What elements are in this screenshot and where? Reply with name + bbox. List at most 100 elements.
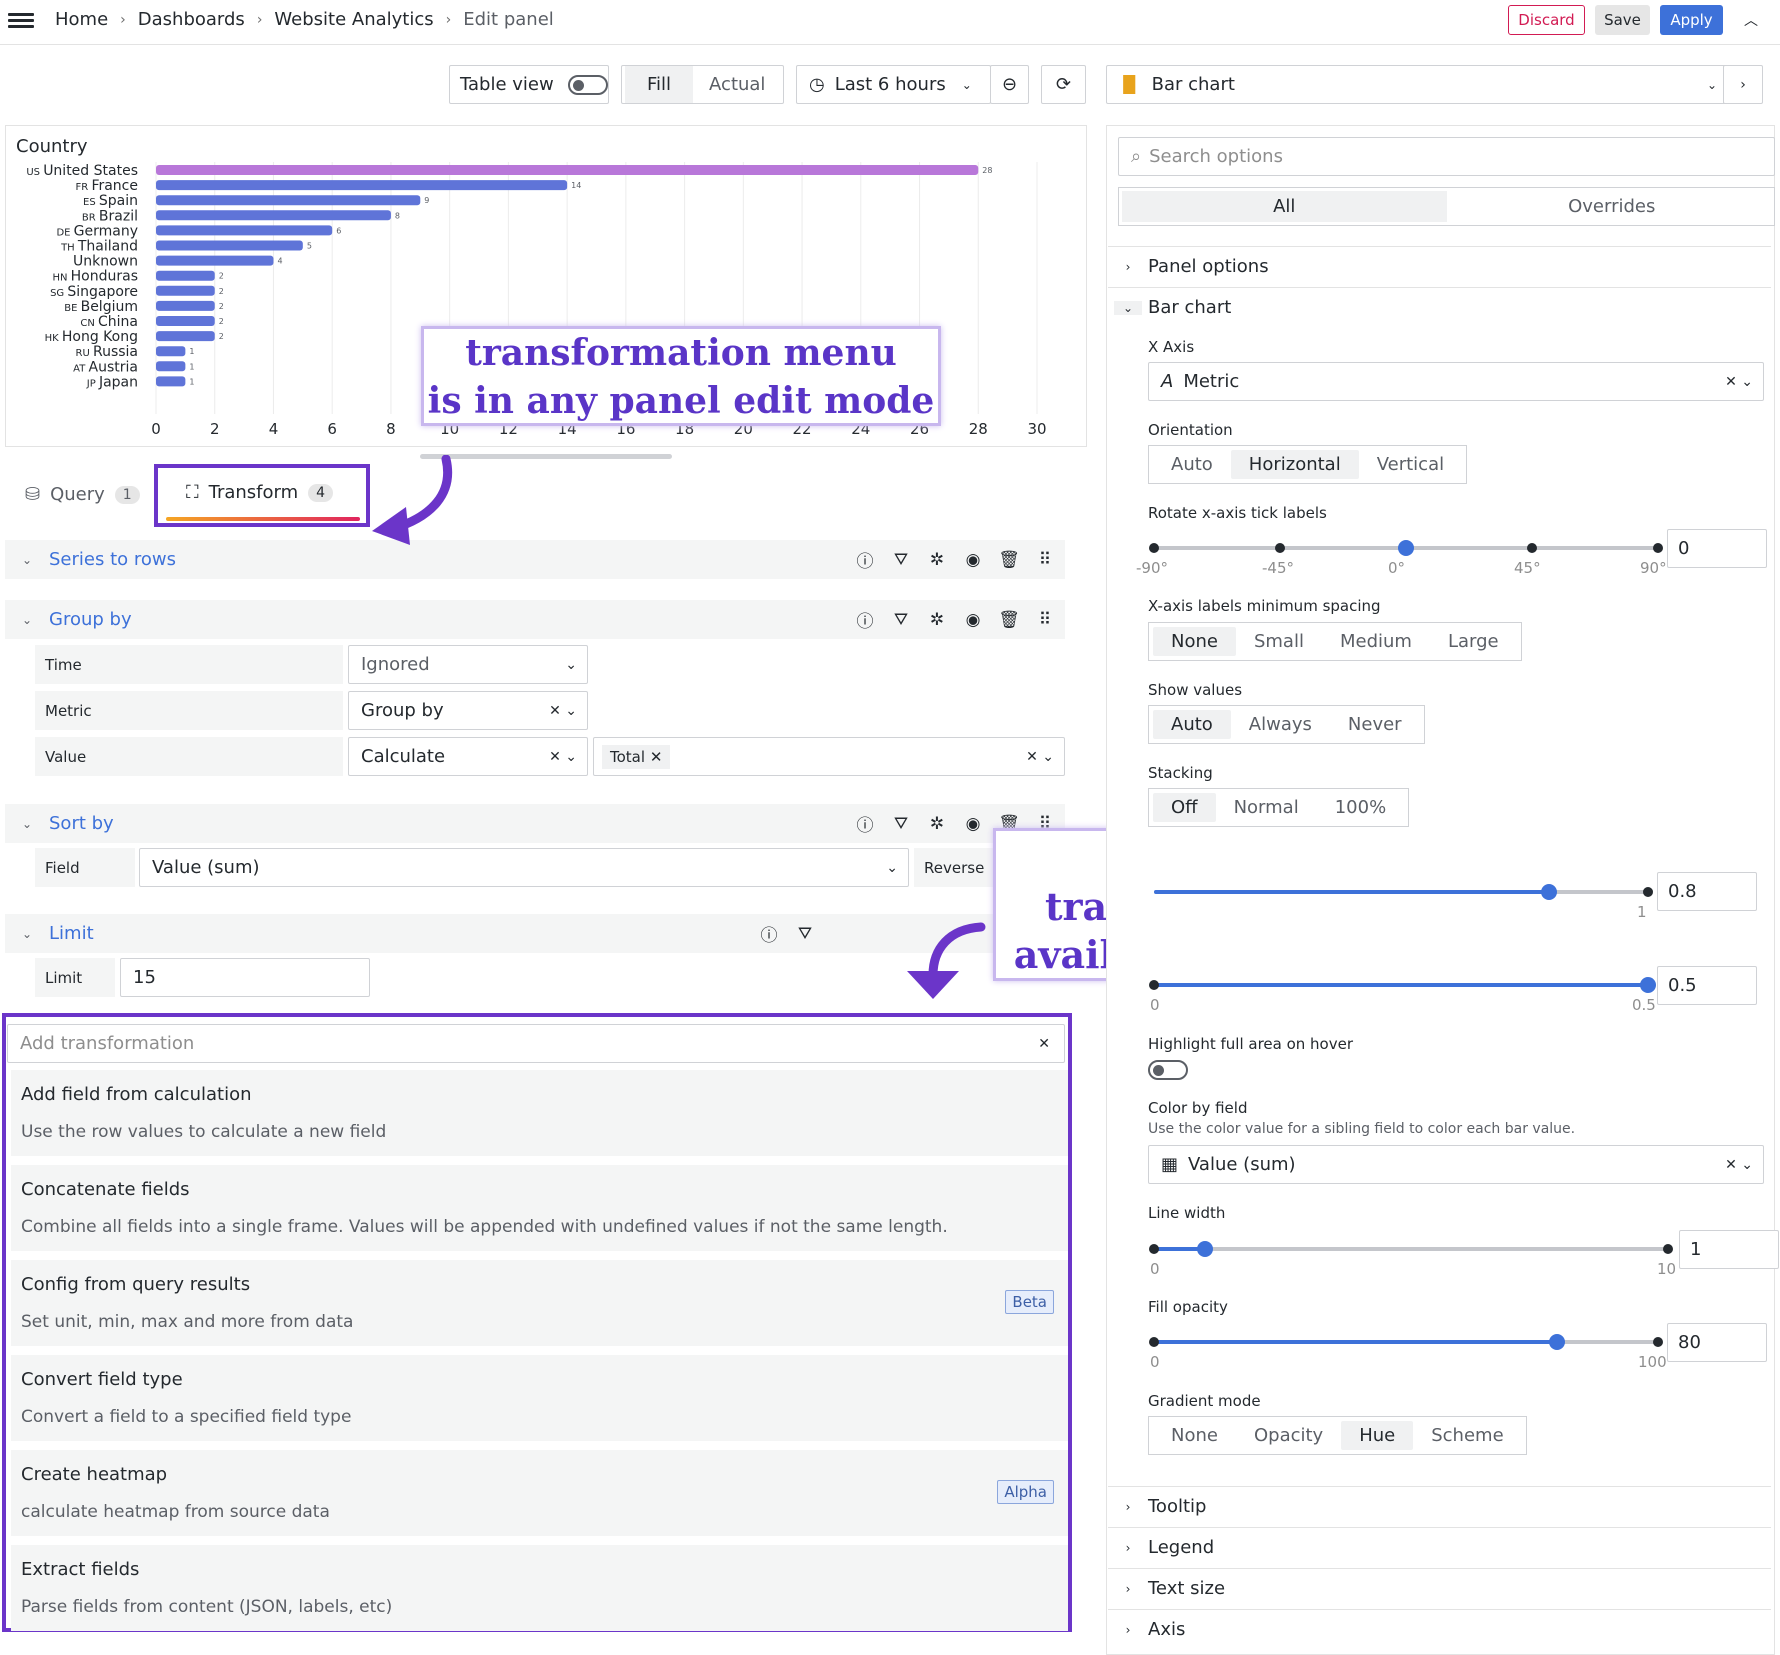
radio-option[interactable]: Scheme [1413, 1421, 1521, 1450]
bug-icon[interactable]: ✲ [925, 814, 949, 834]
slider-handle[interactable] [1541, 884, 1558, 900]
fill-opacity-input[interactable]: 80 [1667, 1323, 1767, 1362]
info-icon[interactable]: ⓘ [757, 921, 781, 946]
reverse-toggle[interactable]: Reverse [914, 848, 994, 887]
radio-option[interactable]: Normal [1216, 793, 1317, 822]
trash-icon[interactable]: 🗑 [997, 550, 1021, 570]
transform-series-to-rows[interactable]: ⌄ Series to rows ⓘ ⛛ ✲ ◉ 🗑 ⠿ [5, 540, 1065, 579]
drag-handle-icon[interactable]: ⠿ [1033, 610, 1057, 630]
group-by-time-select[interactable]: Ignored ⌄ [348, 645, 588, 684]
menu-icon[interactable] [8, 10, 34, 32]
search-options-input[interactable]: ⌕ Search options [1118, 137, 1775, 176]
apply-button[interactable]: Apply [1660, 5, 1723, 35]
line-width-input[interactable]: 1 [1679, 1230, 1779, 1269]
color-by-select[interactable]: ▦ Value (sum) ✕ ⌄ [1148, 1145, 1764, 1184]
group-by-metric-select[interactable]: Group by ✕ ⌄ [348, 691, 588, 730]
bar-width-input[interactable]: 0.5 [1657, 966, 1757, 1005]
close-icon[interactable]: ✕ [1038, 1036, 1050, 1052]
radio-option[interactable]: Off [1153, 793, 1216, 822]
filter-icon[interactable]: ⛛ [889, 814, 913, 834]
transformation-card[interactable]: Extract fields Parse fields from content … [11, 1545, 1068, 1631]
toggle-switch[interactable] [567, 74, 608, 95]
radio-option[interactable]: Small [1236, 627, 1322, 656]
section-legend[interactable]: › Legend [1108, 1527, 1771, 1567]
radio-option[interactable]: Auto [1153, 450, 1231, 479]
highlight-toggle[interactable] [1148, 1060, 1188, 1080]
zoom-out-icon[interactable]: ⊖ [990, 65, 1029, 104]
chevron-down-icon[interactable]: ⌄ [15, 927, 39, 941]
rotate-input[interactable]: 0 [1667, 529, 1767, 568]
section-tooltip[interactable]: › Tooltip [1108, 1486, 1771, 1526]
clear-chevron-icon[interactable]: ✕ ⌄ [1725, 374, 1753, 390]
transform-sort-by[interactable]: ⌄ Sort by ⓘ ⛛ ✲ ◉ 🗑 ⠿ [5, 804, 1065, 843]
add-transformation-search[interactable]: Add transformation ✕ [7, 1024, 1065, 1063]
group-by-value-select[interactable]: Calculate ✕ ⌄ [348, 737, 588, 776]
radio-option[interactable]: Hue [1341, 1421, 1414, 1450]
fill-opacity-slider[interactable] [1146, 1330, 1666, 1354]
section-panel-options[interactable]: › Panel options [1108, 246, 1771, 286]
calculation-multiselect[interactable]: Total ✕ ✕ ⌄ [593, 737, 1065, 776]
transformation-card[interactable]: Config from query results Set unit, min, … [11, 1260, 1068, 1346]
slider-handle[interactable] [1197, 1241, 1214, 1257]
radio-option[interactable]: None [1153, 1421, 1236, 1450]
chevron-down-icon[interactable]: ⌄ [15, 613, 39, 627]
radio-option[interactable]: Vertical [1359, 450, 1462, 479]
actual-option[interactable]: Actual [693, 66, 781, 103]
section-bar-chart[interactable]: ⌄ Bar chart [1108, 287, 1771, 327]
trash-icon[interactable]: 🗑 [997, 610, 1021, 630]
section-text-size[interactable]: › Text size [1108, 1568, 1771, 1608]
eye-icon[interactable]: ◉ [961, 550, 985, 570]
chevron-right-icon[interactable]: › [1723, 65, 1763, 104]
filter-icon[interactable]: ⛛ [889, 550, 913, 570]
transform-group-by[interactable]: ⌄ Group by ⓘ ⛛ ✲ ◉ 🗑 ⠿ [5, 600, 1065, 639]
rotate-slider[interactable] [1146, 536, 1666, 560]
save-button[interactable]: Save [1595, 5, 1650, 35]
group-width-slider[interactable] [1146, 880, 1656, 904]
slider-handle[interactable] [1640, 977, 1656, 993]
section-axis[interactable]: › Axis [1108, 1609, 1771, 1649]
radio-option[interactable]: Horizontal [1230, 450, 1359, 479]
info-icon[interactable]: ⓘ [853, 811, 877, 836]
radio-option[interactable]: Medium [1322, 627, 1430, 656]
radio-option[interactable]: Opacity [1236, 1421, 1341, 1450]
info-icon[interactable]: ⓘ [853, 547, 877, 572]
chevron-down-icon[interactable]: ⌄ [15, 817, 39, 831]
radio-option[interactable]: Auto [1153, 710, 1231, 739]
filter-icon[interactable]: ⛛ [793, 924, 817, 944]
info-icon[interactable]: ⓘ [853, 607, 877, 632]
eye-icon[interactable]: ◉ [961, 814, 985, 834]
bug-icon[interactable]: ✲ [925, 550, 949, 570]
radio-option[interactable]: Never [1330, 710, 1420, 739]
chevron-up-icon[interactable]: ︿ [1744, 10, 1758, 30]
transformation-card[interactable]: Create heatmap calculate heatmap from sou… [11, 1450, 1068, 1536]
radio-option[interactable]: Large [1430, 627, 1517, 656]
line-width-slider[interactable] [1146, 1237, 1676, 1261]
transformation-card[interactable]: Convert field type Convert a field to a s… [11, 1355, 1068, 1441]
drag-handle-icon[interactable]: ⠿ [1033, 550, 1057, 570]
discard-button[interactable]: Discard [1508, 5, 1585, 35]
slider-handle[interactable] [1398, 540, 1414, 556]
transformation-card[interactable]: Add field from calculation Use the row va… [11, 1070, 1068, 1156]
radio-option[interactable]: 100% [1317, 793, 1404, 822]
tab-all[interactable]: All [1122, 191, 1447, 222]
breadcrumb-dashboard[interactable]: Website Analytics [274, 9, 433, 30]
table-view-toggle[interactable]: Table view [449, 65, 609, 104]
slider-handle[interactable] [1549, 1334, 1566, 1350]
clear-chevron-icon[interactable]: ✕ ⌄ [549, 749, 577, 765]
close-icon[interactable]: ✕ [650, 748, 663, 766]
group-width-input[interactable]: 0.8 [1657, 872, 1757, 911]
bar-width-slider[interactable] [1146, 973, 1656, 997]
radio-option[interactable]: Always [1231, 710, 1330, 739]
chevron-down-icon[interactable]: ⌄ [15, 553, 39, 567]
viz-picker[interactable]: ▐▌ Bar chart ⌄ [1106, 65, 1732, 104]
transformation-card[interactable]: Concatenate fields Combine all fields int… [11, 1165, 1068, 1251]
x-axis-select[interactable]: A Metric ✕ ⌄ [1148, 362, 1764, 401]
clear-chevron-icon[interactable]: ✕ ⌄ [549, 703, 577, 719]
bug-icon[interactable]: ✲ [925, 610, 949, 630]
fill-option[interactable]: Fill [625, 66, 694, 103]
eye-icon[interactable]: ◉ [961, 610, 985, 630]
clear-chevron-icon[interactable]: ✕ ⌄ [1725, 1157, 1753, 1173]
refresh-icon[interactable]: ⟳ [1041, 65, 1086, 104]
radio-option[interactable]: None [1153, 627, 1236, 656]
sort-field-select[interactable]: Value (sum) ⌄ [139, 848, 909, 887]
